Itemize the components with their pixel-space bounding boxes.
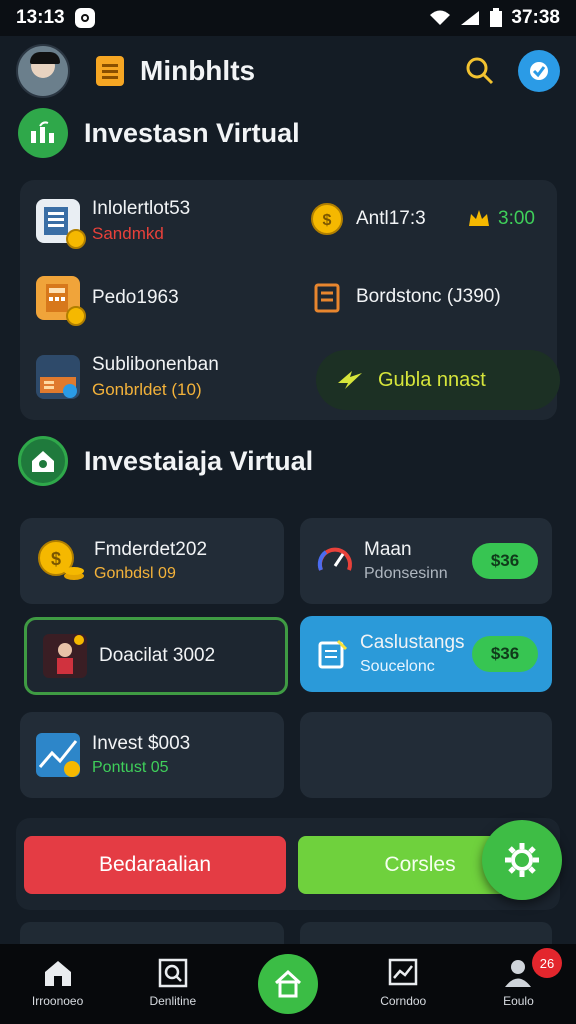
price-pill[interactable]: $36 bbox=[472, 543, 538, 579]
nav-home[interactable]: Irroonoeo bbox=[0, 944, 115, 1008]
investment-card-highlight[interactable]: Caslustangs Soucelonc $36 bbox=[300, 616, 552, 692]
item-sub: Sandmkd bbox=[92, 224, 164, 243]
gear-icon bbox=[505, 843, 539, 877]
nav-label: Eoulo bbox=[503, 994, 534, 1008]
card-sub: Soucelonc bbox=[360, 658, 435, 675]
card-title: Caslustangs bbox=[360, 632, 465, 653]
crown-value: 3:00 bbox=[466, 206, 535, 232]
action-bar: Bedaraalian Corsles bbox=[16, 818, 560, 910]
status-clock: 37:38 bbox=[511, 7, 560, 28]
app-title: Minbhlts bbox=[140, 55, 256, 86]
investment-card[interactable]: $ Fmderdet202 Gonbdsl 09 bbox=[20, 518, 284, 604]
svg-text:$: $ bbox=[51, 549, 61, 569]
investment-card[interactable]: Maan Pdonsesinn $36 bbox=[300, 518, 552, 604]
card-title: Maan bbox=[364, 539, 412, 560]
arrow-icon bbox=[338, 371, 362, 389]
checklist-icon bbox=[318, 639, 348, 669]
check-icon bbox=[530, 62, 548, 80]
section-title-1: Investasn Virtual bbox=[18, 108, 300, 158]
nav-label: Denlitine bbox=[149, 994, 197, 1008]
status-time: 13:13 bbox=[16, 7, 65, 28]
quick-action-chip[interactable]: Gubla nnast bbox=[316, 350, 560, 410]
document-icon bbox=[314, 283, 340, 313]
item-label: Sublibonenban bbox=[92, 354, 219, 375]
notification-app-icon bbox=[74, 8, 95, 28]
card-title: Invest $003 bbox=[92, 733, 191, 754]
wifi-icon bbox=[430, 10, 451, 25]
nav-label: Irroonoeo bbox=[31, 994, 84, 1008]
center-nav-button[interactable] bbox=[258, 954, 318, 1014]
user-icon bbox=[505, 960, 532, 987]
investment-card-selected[interactable]: Doacilat 3002 bbox=[24, 617, 288, 695]
investment-card[interactable]: Invest $003 Pontust 05 bbox=[20, 712, 284, 798]
search-button[interactable] bbox=[460, 51, 500, 91]
list-item[interactable]: Pedo1963 bbox=[36, 276, 179, 326]
card-sub: Pontust 05 bbox=[92, 759, 169, 776]
item-label: Antl17:3 bbox=[356, 208, 426, 229]
coin-icon: $ bbox=[311, 203, 343, 235]
section-heading: Investasn Virtual bbox=[84, 117, 300, 148]
section-heading: Investaiaja Virtual bbox=[84, 445, 314, 476]
status-bar: 13:13 37:38 bbox=[0, 0, 576, 36]
list-item[interactable]: Inlolertlot53 Sandmkd bbox=[36, 198, 191, 249]
item-label: Pedo1963 bbox=[92, 287, 179, 308]
item-sub: Gonbrldet (10) bbox=[92, 380, 202, 399]
nav-label: Corndoo bbox=[380, 994, 427, 1008]
chart-board-icon bbox=[388, 958, 418, 986]
ledger-icon bbox=[36, 199, 86, 249]
crown-value-text: 3:00 bbox=[498, 208, 535, 229]
house-icon bbox=[274, 969, 302, 998]
nav-discover[interactable]: Denlitine bbox=[115, 944, 230, 1008]
card-title: Fmderdet202 bbox=[94, 539, 208, 560]
settings-fab[interactable] bbox=[482, 820, 562, 900]
thumbnail-image bbox=[43, 634, 87, 678]
list-item[interactable]: Sublibonenban Gonbrldet (10) bbox=[36, 354, 219, 400]
shop-icon bbox=[36, 355, 80, 399]
primary-action-button[interactable]: Bedaraalian bbox=[24, 836, 286, 894]
crown-icon bbox=[469, 210, 489, 226]
home-icon bbox=[44, 961, 71, 986]
signal-icon bbox=[461, 11, 480, 25]
chart-thumbnail-icon bbox=[36, 733, 80, 777]
list-item[interactable]: $ Antl17:3 bbox=[310, 202, 426, 236]
price-pill[interactable]: $36 bbox=[472, 636, 538, 672]
calculator-icon bbox=[36, 276, 86, 326]
battery-icon bbox=[490, 8, 503, 27]
card-title: Doacilat 3002 bbox=[99, 645, 216, 666]
svg-text:$: $ bbox=[323, 212, 332, 229]
notification-badge: 26 bbox=[532, 948, 562, 978]
item-label: Inlolertlot53 bbox=[92, 198, 191, 219]
money-stack-icon bbox=[18, 108, 68, 158]
bottom-navigation: Irroonoeo Denlitine Corndoo Eoulo bbox=[0, 944, 576, 1024]
search-icon bbox=[466, 57, 494, 85]
house-gear-icon bbox=[18, 436, 68, 486]
virtual-investment-panel: Inlolertlot53 Sandmkd $ Antl17:3 3:00 Pe… bbox=[20, 180, 560, 420]
chip-label: Gubla nnast bbox=[378, 368, 486, 391]
empty-card bbox=[300, 712, 552, 798]
list-item[interactable]: Bordstonc (J390) bbox=[310, 280, 501, 314]
nav-center-home[interactable] bbox=[230, 944, 345, 1014]
search-doc-icon bbox=[158, 958, 188, 988]
gauge-icon bbox=[317, 547, 352, 571]
nav-orders[interactable]: Corndoo bbox=[346, 944, 461, 1008]
card-sub: Pdonsesinn bbox=[364, 565, 448, 582]
verified-button[interactable] bbox=[518, 50, 560, 92]
section-title-2: Investaiaja Virtual bbox=[18, 436, 313, 486]
app-header: Minbhlts bbox=[0, 36, 576, 106]
item-label: Bordstonc (J390) bbox=[356, 286, 501, 307]
avatar[interactable] bbox=[16, 44, 70, 98]
card-sub: Gonbdsl 09 bbox=[94, 565, 176, 582]
brand-logo-icon bbox=[96, 56, 124, 86]
coin-stack-icon: $ bbox=[38, 540, 84, 580]
